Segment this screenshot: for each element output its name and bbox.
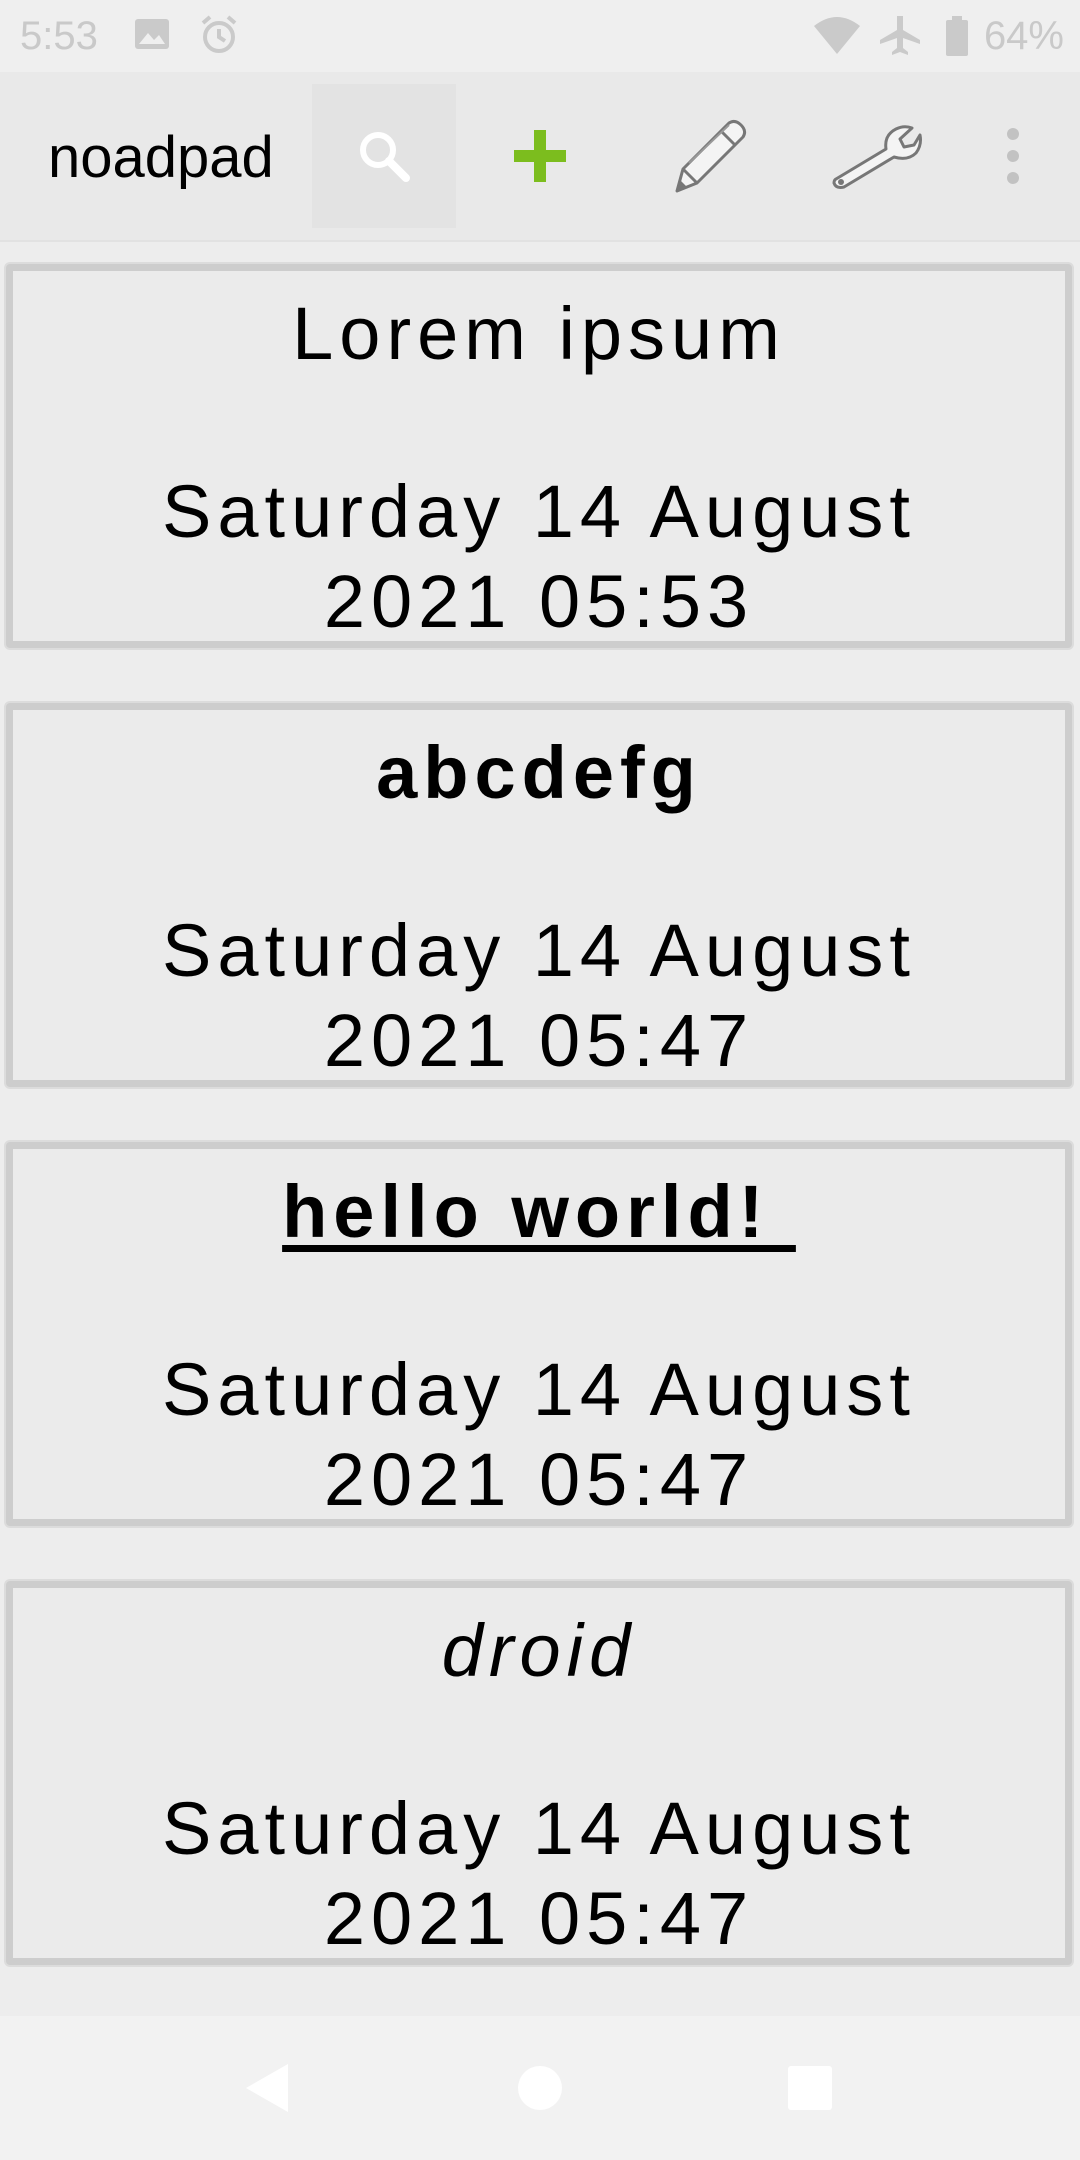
note-time-line: 2021 05:47 <box>323 1877 755 1960</box>
note-item[interactable]: droid Saturday 14 August 2021 05:47 <box>6 1581 1072 1965</box>
app-bar: noadpad <box>0 72 1080 242</box>
airplane-icon <box>878 14 922 58</box>
navigation-bar <box>0 2016 1080 2160</box>
recents-button[interactable] <box>770 2048 850 2128</box>
overflow-menu-button[interactable] <box>968 84 1058 228</box>
note-date: Saturday 14 August 2021 05:53 <box>13 467 1065 647</box>
note-date: Saturday 14 August 2021 05:47 <box>13 1784 1065 1964</box>
alarm-icon <box>198 14 242 58</box>
edit-button[interactable] <box>636 84 780 228</box>
note-title: Lorem ipsum <box>292 292 786 375</box>
note-time-line: 2021 05:47 <box>323 999 755 1082</box>
note-date-line: Saturday 14 August <box>162 1348 916 1431</box>
back-button[interactable] <box>226 2048 306 2128</box>
wifi-icon <box>812 14 862 58</box>
battery-icon <box>944 14 970 58</box>
image-icon <box>132 14 176 58</box>
note-date-line: Saturday 14 August <box>162 909 916 992</box>
note-title: droid <box>441 1609 637 1692</box>
status-time: 5:53 <box>20 14 98 58</box>
screen: 5:53 64% noadpad Lorem ipsum Saturday 14… <box>0 0 1080 2160</box>
app-title: noadpad <box>48 125 274 190</box>
status-bar: 5:53 64% <box>0 0 1080 72</box>
search-button[interactable] <box>312 84 456 228</box>
note-list: Lorem ipsum Saturday 14 August 2021 05:5… <box>0 240 1080 2016</box>
note-date: Saturday 14 August 2021 05:47 <box>13 1345 1065 1525</box>
note-time-line: 2021 05:47 <box>323 1438 755 1521</box>
battery-percentage: 64% <box>983 14 1064 58</box>
note-title: abcdefg <box>376 731 702 814</box>
home-button[interactable] <box>500 2048 580 2128</box>
note-item[interactable]: abcdefg Saturday 14 August 2021 05:47 <box>6 703 1072 1087</box>
note-item[interactable]: Lorem ipsum Saturday 14 August 2021 05:5… <box>6 264 1072 648</box>
note-item[interactable]: hello world! Saturday 14 August 2021 05:… <box>6 1142 1072 1526</box>
add-note-button[interactable] <box>468 84 612 228</box>
note-title: hello world! <box>282 1170 796 1253</box>
note-time-line: 2021 05:53 <box>323 560 755 643</box>
note-date: Saturday 14 August 2021 05:47 <box>13 906 1065 1086</box>
note-date-line: Saturday 14 August <box>162 470 916 553</box>
note-date-line: Saturday 14 August <box>162 1787 916 1870</box>
settings-button[interactable] <box>804 84 948 228</box>
